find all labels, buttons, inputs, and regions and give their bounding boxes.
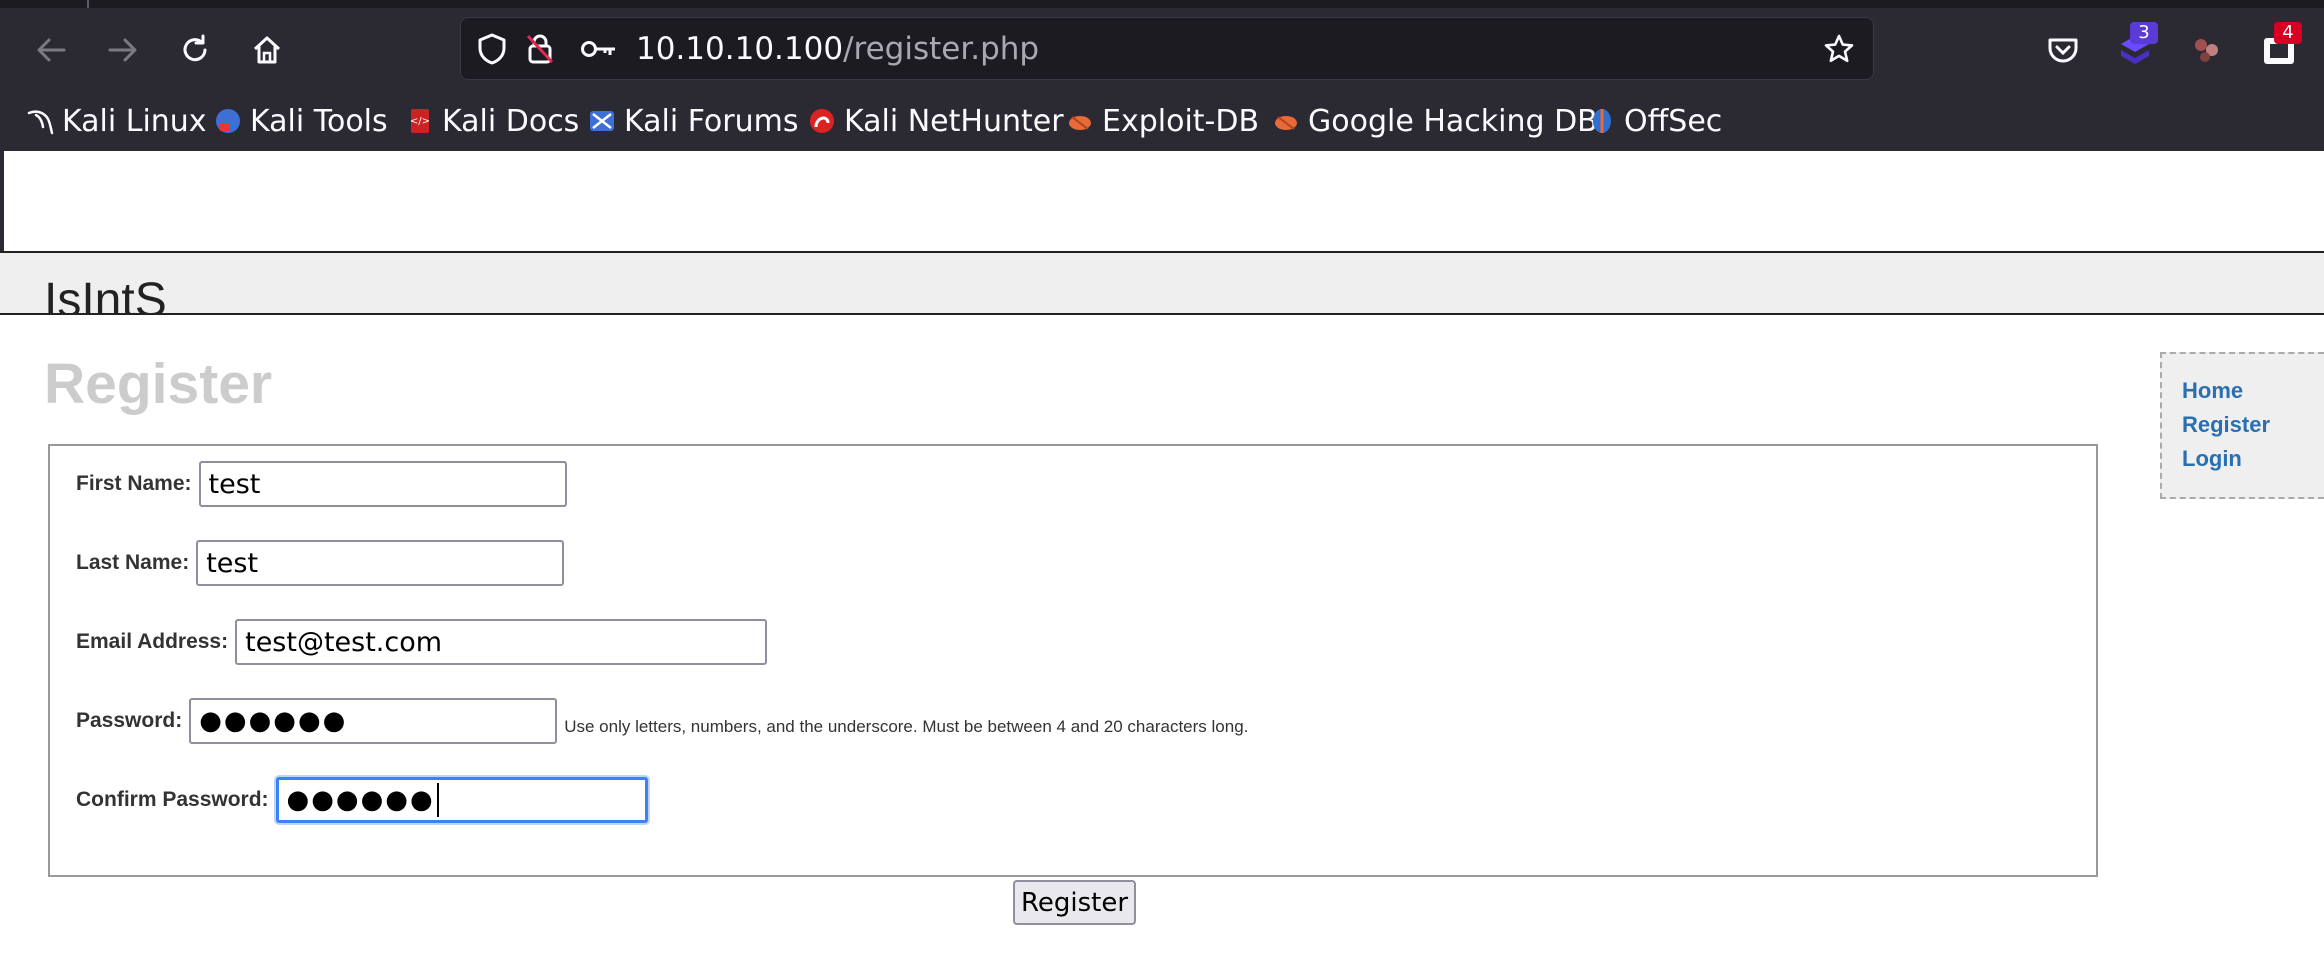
bookmark-label: Exploit-DB	[1102, 103, 1260, 139]
extension-badge-3: 4	[2274, 22, 2302, 44]
bookmark-label: Kali Tools	[250, 103, 388, 139]
pocket-icon	[2048, 38, 2078, 63]
bookmark-star-icon[interactable]	[1822, 32, 1856, 66]
kali-docs-icon: </>	[406, 107, 434, 135]
exploit-db-icon	[1066, 107, 1094, 135]
bookmark-exploit-db[interactable]: Exploit-DB	[1066, 102, 1259, 140]
tab-strip	[0, 0, 2324, 8]
email-row: Email Address: test@test.com	[76, 619, 768, 665]
url-path: /register.php	[843, 31, 1040, 67]
browser-toolbar: 10.10.10.100/register.php 3 4 Kali Linux…	[0, 0, 2324, 151]
key-icon[interactable]	[579, 32, 619, 66]
pocket-button[interactable]	[2036, 24, 2090, 76]
url-text[interactable]: 10.10.10.100/register.php	[636, 32, 1039, 66]
reload-icon	[183, 34, 207, 62]
password-input[interactable]: ●●●●●●	[189, 698, 558, 744]
last-name-input[interactable]: test	[196, 540, 565, 586]
password-row: Password: ●●●●●● Use only letters, numbe…	[76, 698, 1248, 744]
url-host: 10.10.10.100	[636, 31, 844, 67]
svg-text:</>: </>	[410, 116, 430, 127]
last-name-label: Last Name:	[76, 551, 190, 574]
kali-tools-icon	[214, 107, 242, 135]
confirm-password-row: Confirm Password: ●●●●●●	[76, 777, 648, 823]
reload-button[interactable]	[168, 24, 222, 76]
bookmark-label: Kali NetHunter	[844, 103, 1064, 139]
bookmark-kali-forums[interactable]: Kali Forums	[588, 102, 798, 140]
kali-nethunter-icon	[808, 107, 836, 135]
last-name-row: Last Name: test	[76, 540, 565, 586]
web-page: IsIntS Register First Name: test Last Na…	[0, 151, 2324, 976]
sidebar-link-login[interactable]: Login	[2182, 446, 2242, 472]
home-icon	[253, 36, 281, 64]
bookmark-offsec[interactable]: OffSec	[1588, 102, 1722, 140]
first-name-label: First Name:	[76, 472, 192, 495]
page-title: Register	[44, 352, 273, 416]
confirm-password-input[interactable]: ●●●●●●	[275, 777, 648, 823]
kali-forums-icon	[588, 107, 616, 135]
bookmark-label: Kali Linux	[62, 103, 207, 139]
site-header: IsIntS	[0, 251, 2324, 315]
sidebar-link-home[interactable]: Home	[2182, 378, 2243, 404]
bookmark-kali-nethunter[interactable]: Kali NetHunter	[808, 102, 1064, 140]
register-button[interactable]: Register	[1013, 880, 1136, 925]
text-caret	[436, 783, 439, 817]
email-input[interactable]: test@test.com	[235, 619, 768, 665]
extension-button-2[interactable]	[2180, 24, 2234, 76]
bookmark-kali-linux[interactable]: Kali Linux	[26, 102, 207, 140]
shield-icon[interactable]	[475, 32, 509, 66]
page-edge	[0, 151, 4, 251]
kali-dragon-icon	[26, 107, 54, 135]
email-label: Email Address:	[76, 630, 229, 653]
extension-badge-1: 3	[2130, 22, 2158, 44]
bookmark-kali-tools[interactable]: Kali Tools	[214, 102, 388, 140]
ghdb-icon	[1272, 107, 1300, 135]
bookmark-kali-docs[interactable]: </> Kali Docs	[406, 102, 579, 140]
sidebar-link-register[interactable]: Register	[2182, 412, 2270, 438]
password-label: Password:	[76, 709, 183, 732]
forward-button[interactable]	[96, 24, 150, 76]
confirm-password-label: Confirm Password:	[76, 788, 269, 811]
register-form: First Name: test Last Name: test Email A…	[48, 444, 2098, 877]
url-bar[interactable]: 10.10.10.100/register.php	[460, 17, 1874, 80]
home-button[interactable]	[240, 24, 294, 76]
insecure-lock-icon[interactable]	[523, 32, 557, 66]
bookmark-label: Google Hacking DB	[1308, 103, 1598, 139]
bookmark-google-hacking-db[interactable]: Google Hacking DB	[1272, 102, 1598, 140]
site-title: IsIntS	[44, 274, 167, 315]
bookmark-label: Kali Forums	[624, 103, 799, 139]
sidebar-nav: Home Register Login	[2160, 352, 2324, 499]
extension-icon-2	[2195, 39, 2218, 62]
confirm-password-value: ●●●●●●	[286, 785, 435, 815]
back-arrow-icon	[37, 38, 66, 62]
bookmark-label: OffSec	[1624, 103, 1723, 139]
offsec-icon	[1588, 107, 1616, 135]
first-name-row: First Name: test	[76, 461, 567, 507]
back-button[interactable]	[24, 24, 78, 76]
first-name-input[interactable]: test	[198, 461, 567, 507]
bookmarks-toolbar: Kali Linux Kali Tools </> Kali Docs Kali…	[0, 96, 2324, 146]
forward-arrow-icon	[108, 38, 137, 62]
bookmark-label: Kali Docs	[442, 103, 580, 139]
password-hint: Use only letters, numbers, and the under…	[564, 717, 1249, 736]
